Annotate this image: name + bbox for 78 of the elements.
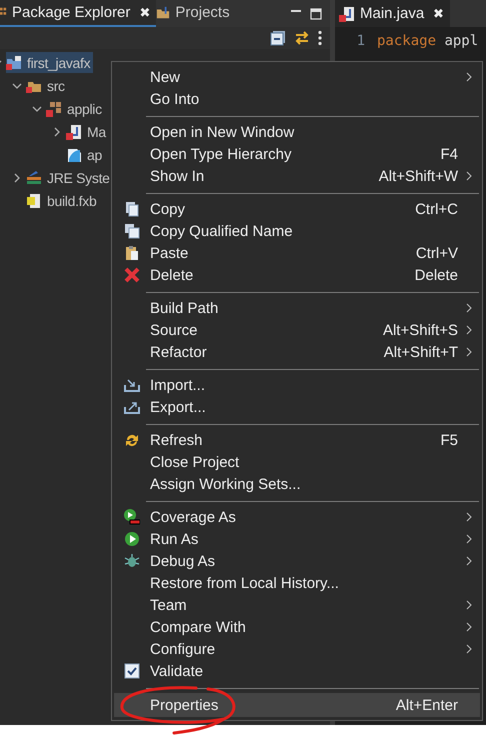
bug-icon [124,553,140,569]
refresh-icon [124,432,140,448]
shortcut-label: Alt+Shift+S [382,322,458,338]
shortcut-label: F5 [440,432,458,448]
menu-item[interactable]: Open Type Hierarchy F4 [114,143,480,165]
menu-item[interactable]: Source Alt+Shift+S [114,319,480,341]
tree-item[interactable]: applic [46,98,105,119]
menu-item[interactable]: Debug As [114,550,480,572]
chevron-icon[interactable] [32,104,42,114]
chevron-icon[interactable] [12,80,22,90]
tree-item[interactable]: first_javafx [6,52,94,73]
menu-item[interactable]: Export... [114,396,480,418]
menu-item[interactable]: Build Path [114,297,480,319]
close-button[interactable]: ✖ [139,5,150,20]
menu-item[interactable]: New [114,66,480,88]
collapse-all-icon[interactable] [270,30,286,46]
menu-item[interactable]: Configure [114,638,480,660]
menu-item[interactable]: Copy Ctrl+C [114,198,480,220]
shortcut-label: Ctrl+C [415,200,458,218]
run-coverage-icon [124,509,140,525]
code-line: package appl [377,33,478,49]
menu-item[interactable]: Validate [114,660,480,682]
shortcut-label: Delete [414,266,458,284]
more-options-icon[interactable] [318,30,322,46]
copy-icon [124,201,140,217]
menu-item[interactable]: Paste Ctrl+V [114,242,480,264]
import-icon [124,377,140,393]
run-icon [124,531,140,547]
tree-item[interactable]: build.fxb [26,190,100,211]
shortcut-label: F4 [440,146,458,162]
tab-label: Projects [175,4,230,21]
menu-item[interactable]: Coverage As [114,506,480,528]
java-file-icon [339,6,355,22]
menu-item[interactable]: Go Into [114,88,480,110]
tab-label: Main.java [360,5,424,22]
tree-item[interactable]: ap [66,144,105,165]
line-number: 1 [356,33,366,49]
maximize-icon[interactable] [310,8,322,20]
menu-item[interactable]: Assign Working Sets... [114,473,480,495]
project-folder-icon [6,54,22,70]
delete-icon [124,267,140,283]
menu-item[interactable]: Import... [114,374,480,396]
menu-item[interactable]: Refactor Alt+Shift+T [114,341,480,363]
menu-item[interactable]: Open in New Window [114,121,480,143]
library-icon [26,170,42,186]
tab-label: Package Explorer [12,4,130,21]
menu-item[interactable]: Restore from Local History... [114,572,480,594]
sync-arrows-icon[interactable] [294,30,310,46]
shortcut-label: Alt+Shift+T [384,344,458,360]
chevron-icon[interactable] [12,172,22,182]
file-icon [66,146,82,162]
menu-item[interactable]: Compare With [114,616,480,638]
folder-icon [156,4,170,20]
tree-item[interactable]: Ma [66,121,109,142]
close-button[interactable]: ✖ [433,6,444,21]
tree-item[interactable]: src [26,75,68,96]
menu-item[interactable]: Close Project [114,451,480,473]
shortcut-label: Alt+Shift+W [378,168,458,184]
copy-icon [124,223,140,239]
java-file-icon [66,124,82,140]
shortcut-label: Alt+Enter [396,696,458,714]
checkbox-icon [124,663,140,679]
shortcut-label: Ctrl+V [416,244,458,262]
menu-item[interactable]: Show In Alt+Shift+W [114,165,480,187]
menu-item[interactable]: Run As [114,528,480,550]
tree-item[interactable]: JRE Syste [26,167,113,188]
menu-item[interactable]: Refresh F5 [114,429,480,451]
package-icon [46,100,62,116]
menu-item[interactable]: Team [114,594,480,616]
menu-item[interactable]: Copy Qualified Name [114,220,480,242]
xml-file-icon [26,192,42,208]
chevron-icon[interactable] [52,126,62,136]
editor-tab[interactable]: Main.java ✖ [335,0,450,27]
menu-item[interactable]: Delete Delete [114,264,480,286]
view-tab[interactable]: Projects [156,0,236,27]
menu-item[interactable]: Properties Alt+Enter [114,693,480,717]
view-tab[interactable]: Package Explorer ✖ [0,0,156,27]
paste-icon [124,245,140,261]
